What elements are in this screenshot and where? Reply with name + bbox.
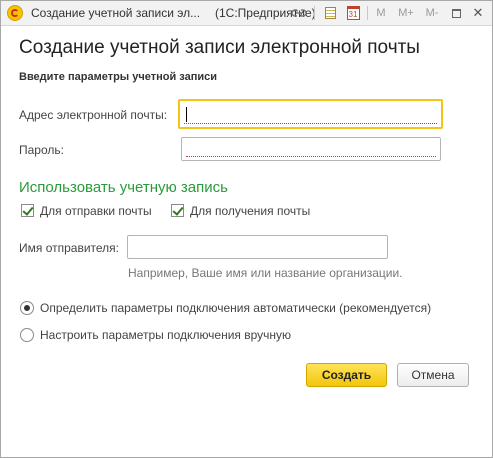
required-underline [184, 123, 437, 124]
use-account-section-title: Использовать учетную запись [19, 179, 228, 196]
memory-m-button[interactable]: M [374, 4, 388, 22]
email-field[interactable] [178, 99, 443, 129]
calendar-day: 31 [346, 6, 360, 20]
required-underline [186, 156, 436, 157]
manual-settings-label[interactable]: Настроить параметры подключения вручную [40, 328, 291, 342]
password-field[interactable] [181, 137, 441, 161]
create-button[interactable]: Создать [306, 363, 387, 387]
toolbar-separator [314, 6, 315, 20]
send-mail-label[interactable]: Для отправки почты [40, 204, 152, 218]
memory-plus-button[interactable]: M+ [395, 4, 417, 22]
1c-logo-icon[interactable] [7, 5, 23, 21]
sender-name-field[interactable] [127, 235, 388, 259]
cancel-button[interactable]: Отмена [397, 363, 469, 387]
sender-name-input[interactable] [128, 236, 387, 258]
receive-mail-checkbox[interactable] [171, 204, 184, 217]
close-icon[interactable]: ✕ [470, 4, 486, 22]
sender-name-label: Имя отправителя: [19, 241, 120, 255]
calculator-icon[interactable] [322, 4, 338, 22]
dialog-heading: Создание учетной записи электронной почт… [19, 37, 420, 58]
dialog-subheading: Введите параметры учетной записи [19, 71, 218, 83]
auto-settings-label[interactable]: Определить параметры подключения автомат… [40, 301, 431, 315]
auto-settings-radio[interactable] [20, 301, 34, 315]
memory-minus-button[interactable]: M- [421, 4, 443, 22]
title-bar: Создание учетной записи эл... (1С:Предпр… [1, 1, 492, 26]
password-label: Пароль: [19, 143, 64, 157]
window-title: Создание учетной записи эл... [31, 6, 201, 20]
receive-mail-label[interactable]: Для получения почты [190, 204, 310, 218]
dialog-window: Создание учетной записи эл... (1С:Предпр… [0, 0, 493, 458]
manual-settings-radio[interactable] [20, 328, 34, 342]
email-label: Адрес электронной почты: [19, 108, 168, 122]
link-icon[interactable] [290, 4, 308, 22]
send-mail-checkbox[interactable] [21, 204, 34, 217]
toolbar-separator [367, 6, 368, 20]
maximize-icon[interactable] [448, 4, 464, 22]
calendar-icon[interactable]: 31 [345, 4, 361, 22]
sender-name-hint: Например, Ваше имя или название организа… [128, 266, 403, 280]
text-caret [186, 107, 187, 122]
